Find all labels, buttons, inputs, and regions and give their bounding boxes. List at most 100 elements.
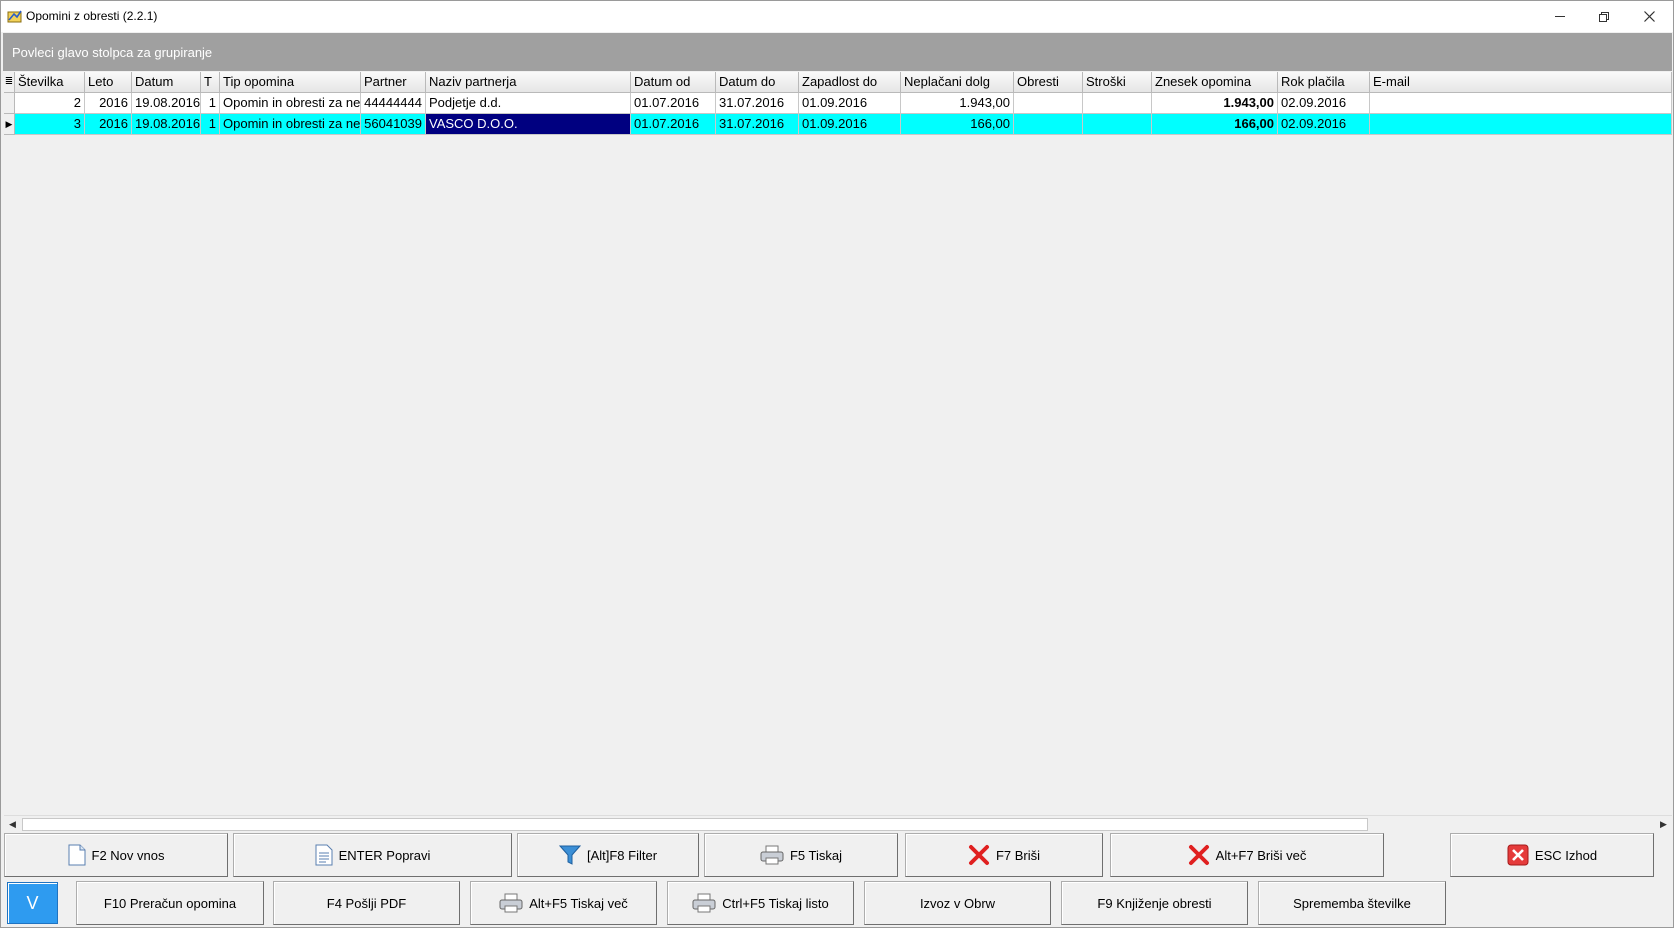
current-row-arrow-icon: ▶ [4, 114, 15, 135]
table-row-selected[interactable]: ▶ 3 2016 19.08.2016 1 Opomin in obresti … [4, 114, 1672, 135]
change-number-button[interactable]: Sprememba številke [1258, 881, 1446, 925]
red-x-icon [968, 845, 989, 865]
cell-stevilka[interactable]: 3 [15, 114, 85, 135]
column-header-email[interactable]: E-mail [1370, 72, 1672, 93]
restore-button[interactable] [1581, 1, 1627, 32]
print-list-label: Ctrl+F5 Tiskaj listo [722, 895, 829, 911]
cell-obresti[interactable] [1014, 93, 1083, 114]
cell-tip-opomina[interactable]: Opomin in obresti za nep [220, 114, 361, 135]
new-entry-button[interactable]: F2 Nov vnos [4, 833, 228, 877]
print-list-button[interactable]: Ctrl+F5 Tiskaj listo [667, 881, 854, 925]
column-header-datum-do[interactable]: Datum do [716, 72, 799, 93]
cell-rok-placila[interactable]: 02.09.2016 [1278, 114, 1370, 135]
exit-label: ESC Izhod [1534, 847, 1598, 863]
red-x-icon [1188, 845, 1209, 865]
cell-tip-opomina[interactable]: Opomin in obresti za nep [220, 93, 361, 114]
column-header-znesek-opomina[interactable]: Znesek opomina [1152, 72, 1278, 93]
column-header-datum-od[interactable]: Datum od [631, 72, 716, 93]
print-label: F5 Tiskaj [789, 847, 842, 863]
scroll-right-icon[interactable]: ▶ [1655, 816, 1672, 833]
close-icon [1643, 11, 1655, 22]
recalculate-label: F10 Preračun opomina [103, 895, 237, 911]
column-header-neplacani-dolg[interactable]: Neplačani dolg [901, 72, 1014, 93]
horizontal-scrollbar[interactable]: ◀ ▶ [4, 815, 1672, 832]
cell-zapadlost-do[interactable]: 01.09.2016 [799, 93, 901, 114]
new-document-icon [68, 844, 85, 866]
cell-leto[interactable]: 2016 [85, 93, 132, 114]
print-multiple-label: Alt+F5 Tiskaj več [529, 895, 628, 911]
column-header-zapadlost-do[interactable]: Zapadlost do [799, 72, 901, 93]
print-multiple-button[interactable]: Alt+F5 Tiskaj več [470, 881, 657, 925]
cell-partner[interactable]: 44444444 [361, 93, 426, 114]
minimize-button[interactable] [1537, 1, 1583, 32]
post-interest-button[interactable]: F9 Knjiženje obresti [1061, 881, 1248, 925]
export-button[interactable]: Izvoz v Obrw [864, 881, 1051, 925]
table-row[interactable]: 2 2016 19.08.2016 1 Opomin in obresti za… [4, 93, 1672, 114]
scroll-left-icon[interactable]: ◀ [4, 816, 21, 833]
cell-naziv-partnerja-focused[interactable]: VASCO D.O.O. [426, 114, 631, 135]
filter-label: [Alt]F8 Filter [586, 847, 658, 863]
filter-button[interactable]: [Alt]F8 Filter [517, 833, 699, 877]
printer-icon [499, 893, 523, 913]
cell-rok-placila[interactable]: 02.09.2016 [1278, 93, 1370, 114]
cell-znesek-opomina[interactable]: 1.943,00 [1152, 93, 1278, 114]
filter-funnel-icon [558, 845, 581, 865]
cell-stroski[interactable] [1083, 114, 1152, 135]
column-header-stevilka[interactable]: Številka [15, 72, 85, 93]
delete-label: F7 Briši [995, 847, 1041, 863]
exit-button[interactable]: ESC Izhod [1450, 833, 1654, 877]
cell-partner[interactable]: 56041039 [361, 114, 426, 135]
delete-multiple-button[interactable]: Alt+F7 Briši več [1110, 833, 1384, 877]
title-bar: Opomini z obresti (2.2.1) [1, 1, 1673, 32]
cell-t[interactable]: 1 [201, 114, 220, 135]
column-header-datum[interactable]: Datum [132, 72, 201, 93]
column-header-naziv-partnerja[interactable]: Naziv partnerja [426, 72, 631, 93]
cell-znesek-opomina[interactable]: 166,00 [1152, 114, 1278, 135]
column-header-partner[interactable]: Partner [361, 72, 426, 93]
data-grid[interactable]: ≣ Številka Leto Datum T Tip opomina Part… [4, 72, 1672, 815]
cell-datum-od[interactable]: 01.07.2016 [631, 114, 716, 135]
cell-stroski[interactable] [1083, 93, 1152, 114]
row-indicator [4, 93, 15, 114]
cell-obresti[interactable] [1014, 114, 1083, 135]
cell-email[interactable] [1370, 114, 1672, 135]
column-header-tip-opomina[interactable]: Tip opomina [220, 72, 361, 93]
close-button[interactable] [1626, 1, 1672, 32]
cell-datum-do[interactable]: 31.07.2016 [716, 114, 799, 135]
group-by-panel[interactable]: Povleci glavo stolpca za grupiranje [3, 33, 1672, 71]
cell-neplacani-dolg[interactable]: 166,00 [901, 114, 1014, 135]
edit-document-icon [315, 844, 333, 866]
restore-icon [1599, 11, 1609, 22]
cell-zapadlost-do[interactable]: 01.09.2016 [799, 114, 901, 135]
send-pdf-label: F4 Pošlji PDF [326, 895, 407, 911]
edit-button[interactable]: ENTER Popravi [233, 833, 512, 877]
application-window: Opomini z obresti (2.2.1) Povleci glavo … [0, 0, 1674, 928]
column-header-stroski[interactable]: Stroški [1083, 72, 1152, 93]
cell-datum[interactable]: 19.08.2016 [132, 114, 201, 135]
recalculate-button[interactable]: F10 Preračun opomina [76, 881, 264, 925]
cell-datum[interactable]: 19.08.2016 [132, 93, 201, 114]
column-header-rok-placila[interactable]: Rok plačila [1278, 72, 1370, 93]
cell-stevilka[interactable]: 2 [15, 93, 85, 114]
delete-button[interactable]: F7 Briši [905, 833, 1103, 877]
send-pdf-button[interactable]: F4 Pošlji PDF [273, 881, 460, 925]
print-button[interactable]: F5 Tiskaj [704, 833, 898, 877]
column-header-leto[interactable]: Leto [85, 72, 132, 93]
cell-t[interactable]: 1 [201, 93, 220, 114]
cell-datum-do[interactable]: 31.07.2016 [716, 93, 799, 114]
column-header-obresti[interactable]: Obresti [1014, 72, 1083, 93]
cell-datum-od[interactable]: 01.07.2016 [631, 93, 716, 114]
post-interest-label: F9 Knjiženje obresti [1097, 895, 1212, 911]
scrollbar-thumb[interactable] [22, 818, 1368, 831]
v-menu-button[interactable]: V [7, 882, 58, 924]
cell-email[interactable] [1370, 93, 1672, 114]
column-chooser-icon[interactable]: ≣ [4, 72, 15, 93]
cell-leto[interactable]: 2016 [85, 114, 132, 135]
cell-naziv-partnerja[interactable]: Podjetje d.d. [426, 93, 631, 114]
export-label: Izvoz v Obrw [919, 895, 996, 911]
column-header-t[interactable]: T [201, 72, 220, 93]
edit-label: ENTER Popravi [338, 847, 431, 863]
printer-icon [760, 845, 784, 865]
minimize-icon [1555, 16, 1565, 17]
cell-neplacani-dolg[interactable]: 1.943,00 [901, 93, 1014, 114]
